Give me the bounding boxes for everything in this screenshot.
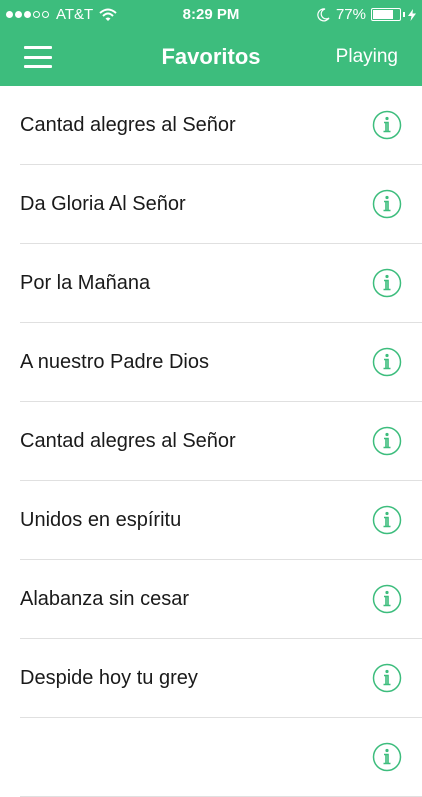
- app-header: AT&T 8:29 PM 77% Favoritos Playing: [0, 0, 422, 86]
- playing-button[interactable]: Playing: [336, 46, 398, 68]
- list-item[interactable]: Alabanza sin cesar: [0, 560, 422, 639]
- navigation-bar: Favoritos Playing: [0, 30, 422, 86]
- charging-bolt-icon: [408, 8, 416, 21]
- info-icon[interactable]: [372, 742, 402, 772]
- favorites-list: Cantad alegres al Señor Da Gloria Al Seño…: [0, 86, 422, 797]
- info-icon[interactable]: [372, 347, 402, 377]
- list-item[interactable]: Cantad alegres al Señor: [0, 402, 422, 481]
- info-icon[interactable]: [372, 110, 402, 140]
- list-item[interactable]: Unidos en espíritu: [0, 481, 422, 560]
- list-item[interactable]: [0, 718, 422, 797]
- status-bar: AT&T 8:29 PM 77%: [0, 0, 422, 30]
- song-title: A nuestro Padre Dios: [20, 351, 209, 373]
- info-icon[interactable]: [372, 663, 402, 693]
- info-icon[interactable]: [372, 584, 402, 614]
- status-right: 77%: [316, 6, 416, 23]
- list-item[interactable]: Despide hoy tu grey: [0, 639, 422, 718]
- list-item[interactable]: Da Gloria Al Señor: [0, 165, 422, 244]
- song-title: Despide hoy tu grey: [20, 667, 198, 689]
- list-item[interactable]: Cantad alegres al Señor: [0, 86, 422, 165]
- info-icon[interactable]: [372, 426, 402, 456]
- song-title: Unidos en espíritu: [20, 509, 182, 531]
- song-title: Por la Mañana: [20, 272, 151, 294]
- song-title: Cantad alegres al Señor: [20, 430, 236, 452]
- song-title: Cantad alegres al Señor: [20, 114, 236, 136]
- battery-fill: [373, 10, 393, 19]
- info-icon[interactable]: [372, 189, 402, 219]
- info-icon[interactable]: [372, 505, 402, 535]
- battery-cap: [403, 12, 405, 17]
- moon-icon: [317, 7, 330, 21]
- battery-icon: [371, 8, 401, 21]
- song-title: Alabanza sin cesar: [20, 588, 189, 610]
- battery-percentage: 77%: [335, 6, 366, 23]
- list-item[interactable]: A nuestro Padre Dios: [0, 323, 422, 402]
- list-item[interactable]: Por la Mañana: [0, 244, 422, 323]
- info-icon[interactable]: [372, 268, 402, 298]
- song-title: Da Gloria Al Señor: [20, 193, 186, 215]
